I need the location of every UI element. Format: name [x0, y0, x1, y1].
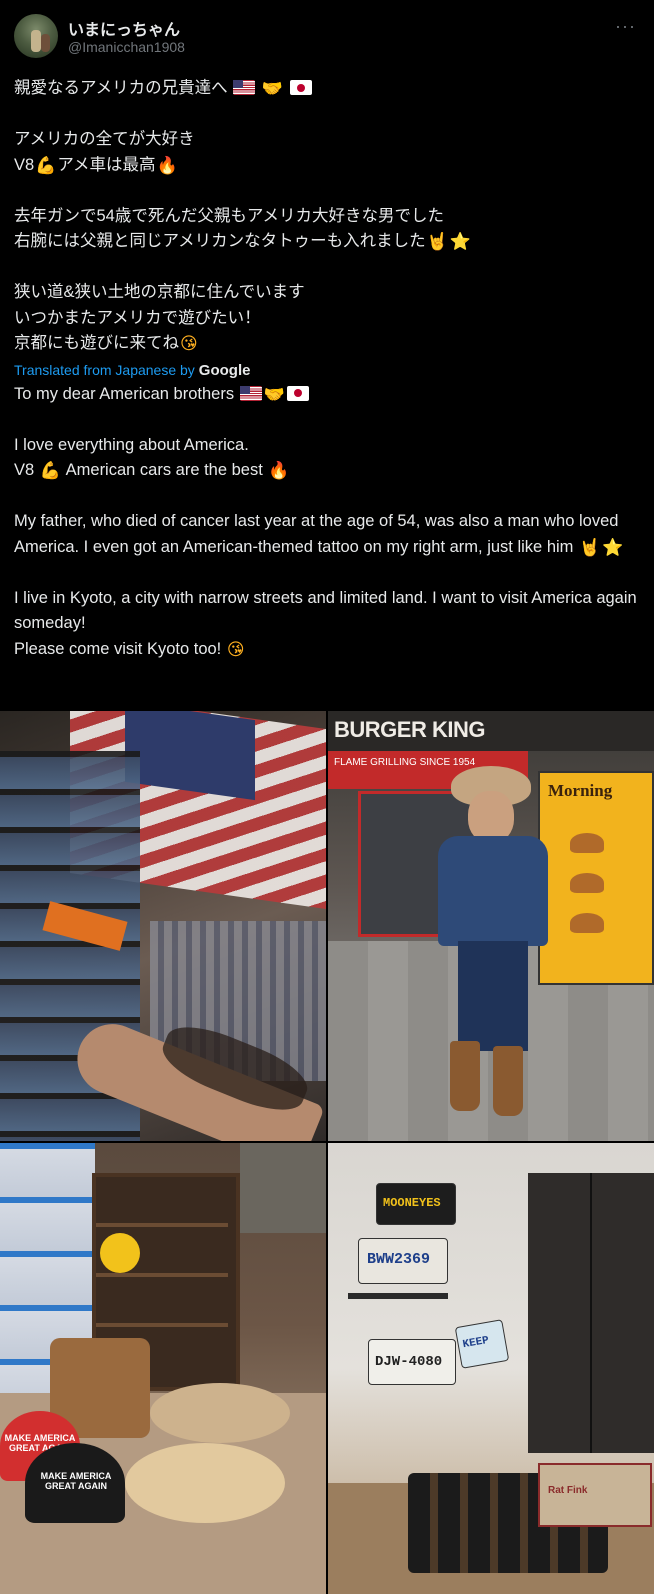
tweet-line: To my dear American brothers 🤝 — [14, 382, 640, 408]
tweet-text: 京都にも遊びに来てね — [14, 334, 179, 352]
tweet-text: V8 — [14, 155, 35, 174]
muscle-icon: 💪 — [35, 155, 57, 175]
tweet-text: 狭い道&狭い土地の京都に住んでいます — [14, 283, 305, 301]
tweet-line: I live in Kyoto, a city with narrow stre… — [14, 586, 640, 637]
burger-king-sign: BURGER KING — [334, 717, 485, 742]
kiss-face-icon: 😘 — [226, 639, 245, 659]
tweet-line: My father, who died of cancer last year … — [14, 509, 640, 560]
tweet-line: 去年ガンで54歳で死んだ父親もアメリカ大好きな男でした — [14, 204, 640, 230]
star-icon: ⭐ — [602, 537, 624, 557]
tweet-text: V8 — [14, 461, 35, 479]
tweet-text: 右腕には父親と同じアメリカンなタトゥーも入れました — [14, 232, 426, 250]
tweet-text: 親愛なるアメリカの兄貴達へ — [14, 79, 228, 97]
tweet-text: I love everything about America. — [14, 435, 249, 454]
burger-king-banner: FLAME GRILLING SINCE 1954 — [334, 757, 476, 768]
tweet-text: いつかまたアメリカで遊びたい！ — [14, 308, 261, 327]
tweet-line: 右腕には父親と同じアメリカンなタトゥーも入れました🤘 ⭐ — [14, 229, 640, 255]
tweet-line: 親愛なるアメリカの兄貴達へ 🤝 — [14, 76, 640, 102]
tweet-text: I live in Kyoto, a city with narrow stre… — [14, 588, 637, 633]
photo-tattoo-arm[interactable] — [0, 711, 326, 1141]
avatar[interactable] — [14, 14, 58, 58]
small-plate: KEEP — [461, 1334, 490, 1352]
google-logo: Google — [198, 361, 251, 379]
tweet-line: V8💪アメ車は最高🔥 — [14, 153, 640, 179]
translation-credit[interactable]: Translated from Japanese by Google — [14, 359, 640, 382]
user-handle[interactable]: @Imanicchan1908 — [68, 39, 185, 55]
handshake-icon: 🤝 — [263, 384, 285, 404]
california-plate: BWW2369 — [367, 1251, 431, 1268]
tweet-line: アメリカの全てが大好き — [14, 127, 640, 153]
tweet-line: I love everything about America. — [14, 433, 640, 459]
translation-label[interactable]: Translated from Japanese by — [14, 362, 195, 378]
tweet-text: アメ車は最高 — [57, 155, 156, 174]
tweet-text: My father, who died of cancer last year … — [14, 512, 619, 556]
photo-burger-king[interactable]: BURGER KING FLAME GRILLING SINCE 1954 Mo… — [328, 711, 654, 1141]
post-header: いまにっちゃん @Imanicchan1908 ··· — [14, 14, 640, 60]
flag-us-icon — [239, 385, 262, 401]
texas-plate: DJW-4080 — [375, 1354, 443, 1370]
tweet-line: V8 💪 American cars are the best 🔥 — [14, 458, 640, 484]
flag-jp-icon — [286, 385, 309, 401]
tweet-line: 京都にも遊びに来てね😘 — [14, 331, 640, 357]
fire-icon: 🔥 — [156, 155, 178, 175]
translated-text: To my dear American brothers 🤝 I love ev… — [14, 382, 640, 663]
tweet-text: To my dear American brothers — [14, 384, 235, 403]
tweet-line: いつかまたアメリカで遊びたい！ — [14, 306, 640, 332]
fire-icon: 🔥 — [268, 461, 290, 480]
mooneyes-plate: MOONEYES — [383, 1196, 441, 1210]
muscle-icon: 💪 — [39, 461, 61, 480]
tweet-line: 狭い道&狭い土地の京都に住んでいます — [14, 280, 640, 306]
tweet-text: American cars are the best — [65, 461, 263, 479]
door-mat-text: Rat Fink — [548, 1485, 588, 1496]
tweet-body: 親愛なるアメリカの兄貴達へ 🤝 アメリカの全てが大好き V8💪アメ車は最高🔥 去… — [14, 76, 640, 662]
photo-collection-room[interactable]: MAKE AMERICA GREAT AGAIN MAKE AMERICA GR… — [0, 1143, 326, 1594]
kiss-face-icon: 😘 — [180, 334, 198, 353]
tweet-text: 去年ガンで54歳で死んだ父親もアメリカ大好きな男でした — [14, 206, 445, 225]
tweet-text: アメリカの全てが大好き — [14, 130, 195, 148]
flag-us-icon — [233, 80, 256, 95]
flag-jp-icon — [289, 80, 312, 95]
display-name[interactable]: いまにっちゃん — [68, 16, 180, 40]
handshake-icon: 🤝 — [261, 79, 284, 98]
rock-hand-icon: 🤘 — [426, 232, 448, 251]
photo-entrance-plates[interactable]: MOONEYES BWW2369 DJW-4080 KEEP Rat Fink — [328, 1143, 654, 1594]
tweet-text: Please come visit Kyoto too! — [14, 639, 222, 658]
black-cap-text: MAKE AMERICA GREAT AGAIN — [40, 1471, 112, 1491]
rock-hand-icon: 🤘 — [579, 537, 601, 557]
star-icon: ⭐ — [449, 232, 472, 251]
more-options-icon[interactable]: ··· — [615, 16, 636, 37]
tweet-line: Please come visit Kyoto too! 😘 — [14, 637, 640, 663]
photo-grid: BURGER KING FLAME GRILLING SINCE 1954 Mo… — [0, 711, 654, 1594]
morning-poster-title: Morning — [548, 781, 613, 800]
